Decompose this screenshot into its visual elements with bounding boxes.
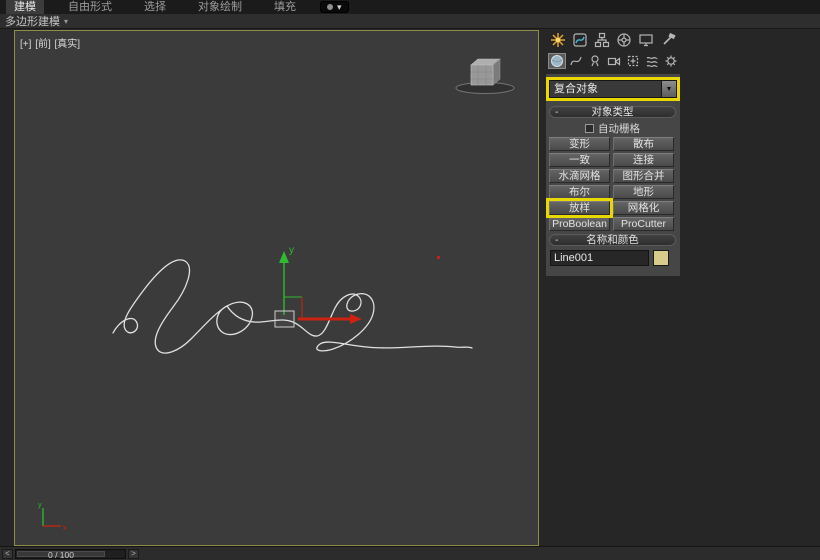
create-tab[interactable] bbox=[548, 32, 568, 48]
ribbon-tab-selection[interactable]: 选择 bbox=[136, 0, 174, 14]
viewcube[interactable] bbox=[455, 58, 515, 94]
proboolean-button[interactable]: ProBoolean bbox=[549, 217, 610, 231]
tripod-x-label: x bbox=[63, 525, 67, 532]
ribbon-overflow-arrow: ▾ bbox=[337, 2, 342, 12]
display-icon bbox=[639, 34, 653, 47]
name-color-rollout-title: 名称和颜色 bbox=[586, 234, 639, 246]
procutter-button[interactable]: ProCutter bbox=[613, 217, 674, 231]
object-category-dropdown-highlight: 复合对象 ▼ bbox=[546, 77, 680, 101]
helpers-category[interactable] bbox=[624, 53, 642, 69]
status-bar: < 0 / 100 > bbox=[0, 546, 820, 560]
hierarchy-tab[interactable] bbox=[592, 32, 612, 48]
3dsmax-window: 建模 自由形式 选择 对象绘制 填充 ▾ 多边形建模 ▾ [+] [前] [真实… bbox=[0, 0, 820, 560]
ribbon-tab-freeform[interactable]: 自由形式 bbox=[60, 0, 120, 14]
autogrid-row: 自动栅格 bbox=[549, 122, 676, 135]
ribbon-tab-modeling[interactable]: 建模 bbox=[6, 0, 44, 14]
name-color-rollout-header[interactable]: - 名称和颜色 bbox=[549, 234, 676, 246]
boolean-button[interactable]: 布尔 bbox=[549, 185, 610, 199]
vertex-marker[interactable] bbox=[437, 256, 440, 259]
object-category-dropdown[interactable]: 复合对象 ▼ bbox=[549, 80, 677, 98]
ribbon-tab-bar: 建模 自由形式 选择 对象绘制 填充 ▾ bbox=[0, 0, 820, 14]
create-icon bbox=[551, 33, 565, 47]
dropdown-selected-value: 复合对象 bbox=[554, 83, 598, 95]
geometry-icon bbox=[551, 55, 563, 67]
dropdown-arrow-icon: ▼ bbox=[665, 85, 673, 93]
ribbon-tab-object-paint[interactable]: 对象绘制 bbox=[190, 0, 250, 14]
shapes-icon bbox=[570, 56, 582, 66]
mesher-button[interactable]: 网格化 bbox=[613, 201, 674, 215]
terrain-button[interactable]: 地形 bbox=[613, 185, 674, 199]
gizmo-axis-y-arrowhead[interactable] bbox=[279, 251, 289, 263]
motion-icon bbox=[617, 33, 631, 47]
modify-tab[interactable] bbox=[570, 32, 590, 48]
shapes-category[interactable] bbox=[567, 53, 585, 69]
time-slider-thumb[interactable]: 0 / 100 bbox=[17, 551, 105, 559]
conform-button[interactable]: 一致 bbox=[549, 153, 610, 167]
name-color-row bbox=[550, 250, 669, 266]
command-panel: 复合对象 ▼ - 对象类型 自动栅格 变形 散布 一致 连接 水滴网格 图形合并… bbox=[546, 30, 680, 546]
ribbon-overflow-icon bbox=[327, 4, 333, 10]
viewport-canvas[interactable]: y y x bbox=[15, 31, 538, 545]
viewport-general-menu[interactable]: [+] bbox=[20, 39, 31, 50]
cameras-icon bbox=[607, 57, 621, 66]
autogrid-label: 自动栅格 bbox=[598, 122, 640, 135]
gizmo-axis-x-arrowhead[interactable] bbox=[350, 314, 362, 324]
timeline-next-button[interactable]: > bbox=[128, 549, 139, 559]
viewport-front[interactable]: [+] [前] [真实] y y x bbox=[14, 30, 539, 546]
lights-icon bbox=[591, 55, 599, 67]
love-spline[interactable] bbox=[112, 259, 473, 354]
ribbon-overflow-button[interactable]: ▾ bbox=[320, 1, 349, 13]
viewport-shading-menu[interactable]: [真实] bbox=[55, 39, 81, 50]
ribbon-tab-populate[interactable]: 填充 bbox=[266, 0, 304, 14]
rollout-collapse-icon: - bbox=[555, 106, 559, 118]
chevron-down-icon: ▾ bbox=[64, 16, 69, 26]
command-panel-tabs bbox=[548, 32, 678, 48]
systems-category[interactable] bbox=[662, 53, 680, 69]
connect-button[interactable]: 连接 bbox=[613, 153, 674, 167]
space-warps-category[interactable] bbox=[643, 53, 661, 69]
scatter-button[interactable]: 散布 bbox=[613, 137, 674, 151]
dropdown-arrow-button[interactable]: ▼ bbox=[661, 81, 676, 97]
utilities-icon bbox=[663, 32, 676, 45]
space-warps-icon bbox=[646, 56, 658, 68]
create-category-row bbox=[548, 53, 680, 69]
blobmesh-button[interactable]: 水滴网格 bbox=[549, 169, 610, 183]
morph-button[interactable]: 变形 bbox=[549, 137, 610, 151]
viewport-pov-menu[interactable]: [前] bbox=[35, 39, 51, 50]
object-type-button-grid: 变形 散布 一致 连接 水滴网格 图形合并 布尔 地形 放样 网格化 ProBo… bbox=[549, 137, 674, 231]
object-color-swatch[interactable] bbox=[653, 250, 669, 266]
utilities-tab[interactable] bbox=[658, 32, 678, 48]
viewport-label: [+] [前] [真实] bbox=[20, 35, 81, 50]
timeline-prev-button[interactable]: < bbox=[2, 549, 13, 559]
object-type-rollout-header[interactable]: - 对象类型 bbox=[549, 106, 676, 118]
autogrid-checkbox[interactable] bbox=[585, 123, 594, 133]
helpers-icon bbox=[627, 55, 639, 67]
timeline-track[interactable]: 0 / 100 bbox=[15, 549, 126, 559]
object-name-input[interactable] bbox=[550, 250, 649, 266]
ribbon-panel-bar: 多边形建模 ▾ bbox=[0, 14, 820, 29]
polygon-modeling-panel-label[interactable]: 多边形建模 bbox=[5, 13, 60, 29]
shapemerge-button[interactable]: 图形合并 bbox=[613, 169, 674, 183]
rollout-collapse-icon: - bbox=[555, 234, 559, 246]
geometry-category[interactable] bbox=[548, 53, 566, 69]
display-tab[interactable] bbox=[636, 32, 656, 48]
tripod-y-label: y bbox=[38, 502, 42, 509]
gizmo-center-box[interactable] bbox=[274, 310, 295, 328]
systems-icon bbox=[665, 55, 677, 67]
world-axis-tripod: y x bbox=[38, 502, 67, 532]
cameras-category[interactable] bbox=[605, 53, 623, 69]
lights-category[interactable] bbox=[586, 53, 604, 69]
modify-icon bbox=[573, 33, 587, 47]
transform-gizmo[interactable]: y bbox=[274, 245, 362, 328]
object-type-rollout-title: 对象类型 bbox=[591, 106, 634, 118]
hierarchy-icon bbox=[594, 32, 610, 48]
motion-tab[interactable] bbox=[614, 32, 634, 48]
gizmo-axis-y-label: y bbox=[289, 245, 294, 256]
loft-button[interactable]: 放样 bbox=[549, 201, 610, 215]
